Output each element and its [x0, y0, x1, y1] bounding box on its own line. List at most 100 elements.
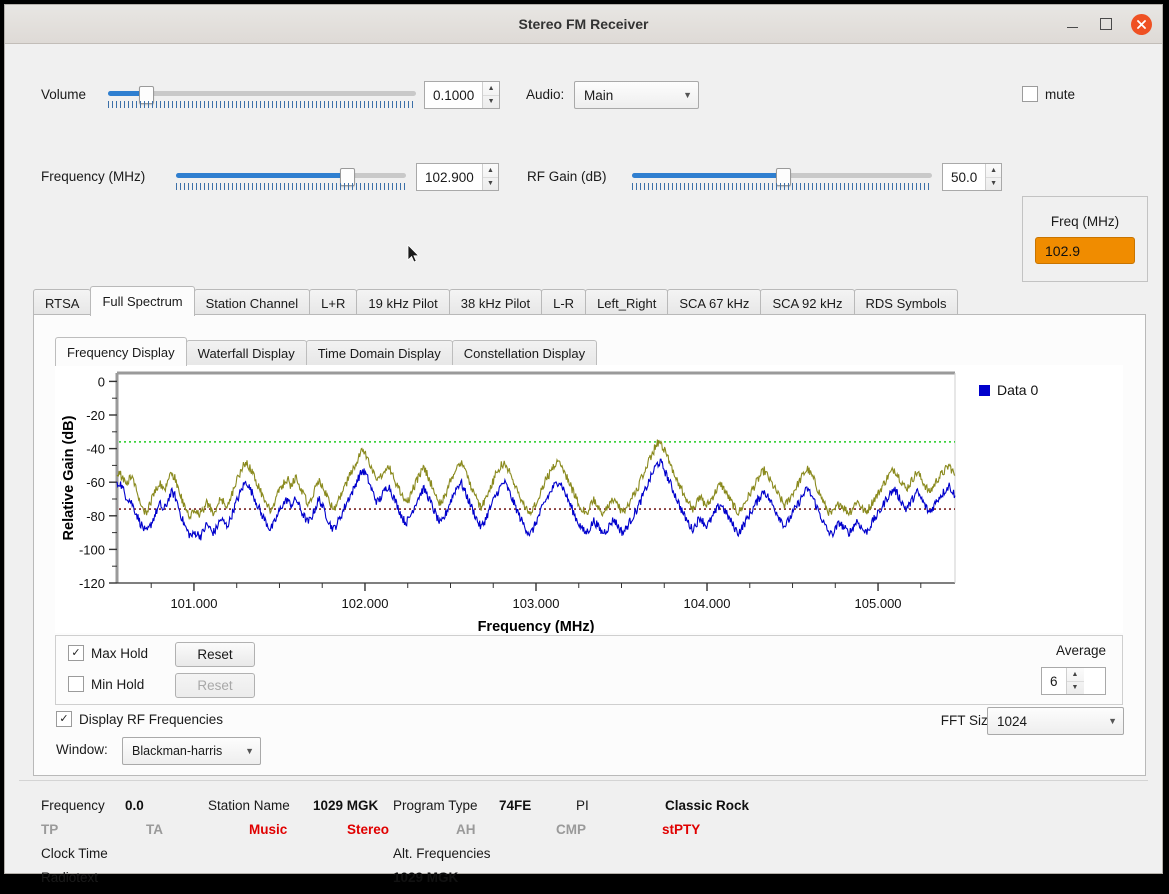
- rds-flag-stpty: stPTY: [662, 822, 700, 837]
- x-tick-label: 101.000: [170, 596, 217, 611]
- frequency-spin-up[interactable]: ▲: [483, 164, 498, 178]
- tab-38khz-pilot[interactable]: 38 kHz Pilot: [449, 289, 542, 316]
- volume-slider[interactable]: [108, 84, 416, 108]
- max-hold-checkbox[interactable]: ✓ Max Hold: [68, 645, 148, 661]
- tab-left-right[interactable]: Left_Right: [585, 289, 668, 316]
- frequency-slider-fill: [176, 173, 346, 178]
- average-spin-buttons[interactable]: ▲ ▼: [1066, 668, 1084, 694]
- series-max-hold: [117, 440, 955, 519]
- tab-rds-symbols[interactable]: RDS Symbols: [854, 289, 959, 316]
- spectrum-plot[interactable]: 0-20-40-60-80-100-120101.000102.000103.0…: [55, 365, 1123, 633]
- average-spinbox[interactable]: 6 ▲ ▼: [1041, 667, 1106, 695]
- app-window: Stereo FM Receiver Volume 0.1000 ▲: [4, 4, 1163, 874]
- average-spin-down[interactable]: ▼: [1067, 682, 1084, 695]
- mute-checkbox-box[interactable]: [1022, 86, 1038, 102]
- tab-l-plus-r[interactable]: L+R: [309, 289, 357, 316]
- y-tick-label: -40: [86, 442, 105, 457]
- volume-value: 0.1000: [425, 82, 482, 108]
- max-hold-checkbox-box[interactable]: ✓: [68, 645, 84, 661]
- rf-gain-value: 50.0: [943, 164, 985, 190]
- min-hold-checkbox[interactable]: Min Hold: [68, 676, 144, 692]
- series-live: [117, 459, 955, 540]
- close-icon[interactable]: [1131, 14, 1152, 35]
- tab-label: SCA 92 kHz: [772, 296, 842, 311]
- rds-clock-time-label: Clock Time: [41, 846, 108, 861]
- display-rf-checkbox[interactable]: ✓ Display RF Frequencies: [56, 711, 223, 727]
- x-tick-label: 103.000: [513, 596, 560, 611]
- y-tick-label: -120: [79, 576, 105, 591]
- subtab-time-domain-display[interactable]: Time Domain Display: [306, 340, 453, 366]
- audio-select[interactable]: Main ▼: [574, 81, 699, 109]
- average-label: Average: [1056, 643, 1106, 658]
- tab-label: 38 kHz Pilot: [461, 296, 530, 311]
- tab-19khz-pilot[interactable]: 19 kHz Pilot: [356, 289, 449, 316]
- chevron-down-icon: ▼: [1108, 716, 1117, 726]
- y-tick-label: -100: [79, 542, 105, 557]
- subtab-label: Constellation Display: [464, 346, 585, 361]
- tab-l-minus-r[interactable]: L-R: [541, 289, 586, 316]
- frequency-value: 102.900: [417, 164, 482, 190]
- rf-gain-spinbox[interactable]: 50.0 ▲ ▼: [942, 163, 1002, 191]
- hold-controls-group: ✓ Max Hold Reset Min Hold Reset Average …: [55, 635, 1123, 705]
- audio-value: Main: [584, 88, 671, 103]
- tab-sca-92khz[interactable]: SCA 92 kHz: [760, 289, 854, 316]
- tab-label: Full Spectrum: [102, 294, 182, 309]
- volume-spin-down[interactable]: ▼: [483, 96, 499, 109]
- frequency-spin-buttons[interactable]: ▲ ▼: [482, 164, 498, 190]
- tab-full-spectrum[interactable]: Full Spectrum: [90, 286, 194, 316]
- mouse-cursor: [407, 244, 420, 263]
- tab-station-channel[interactable]: Station Channel: [194, 289, 311, 316]
- rf-gain-label: RF Gain (dB): [527, 169, 607, 184]
- tab-rtsa[interactable]: RTSA: [33, 289, 91, 316]
- max-hold-reset-button[interactable]: Reset: [175, 642, 255, 667]
- x-tick-label: 105.000: [855, 596, 902, 611]
- volume-spin-buttons[interactable]: ▲ ▼: [482, 82, 499, 108]
- rf-gain-slider-ticks: [632, 183, 932, 190]
- rds-flag-cmp: CMP: [556, 822, 586, 837]
- maximize-icon[interactable]: [1097, 15, 1115, 33]
- rds-flag-stereo: Stereo: [347, 822, 389, 837]
- subtab-waterfall-display[interactable]: Waterfall Display: [186, 340, 307, 366]
- volume-spinbox[interactable]: 0.1000 ▲ ▼: [424, 81, 500, 109]
- freq-display-panel: Freq (MHz) 102.9: [1022, 196, 1148, 282]
- y-tick-label: -80: [86, 509, 105, 524]
- rf-gain-spin-up[interactable]: ▲: [986, 164, 1001, 178]
- minimize-icon[interactable]: [1063, 15, 1081, 33]
- display-rf-checkbox-box[interactable]: ✓: [56, 711, 72, 727]
- max-hold-label: Max Hold: [91, 646, 148, 661]
- legend-swatch: [979, 385, 990, 396]
- rf-gain-spin-buttons[interactable]: ▲ ▼: [985, 164, 1001, 190]
- window-content: Volume 0.1000 ▲ ▼ Audio: Main ▼: [5, 44, 1162, 873]
- window-select[interactable]: Blackman-harris ▼: [122, 737, 261, 765]
- rds-pty-value: Classic Rock: [665, 798, 749, 813]
- rds-flag-tp: TP: [41, 822, 58, 837]
- frequency-row: Frequency (MHz) 102.900 ▲ ▼ RF Gain (dB): [5, 164, 1162, 204]
- subtab-frequency-display[interactable]: Frequency Display: [55, 337, 187, 366]
- legend-label: Data 0: [997, 382, 1038, 398]
- fft-size-select[interactable]: 1024 ▼: [987, 707, 1124, 735]
- subtab-constellation-display[interactable]: Constellation Display: [452, 340, 597, 366]
- x-axis-title: Frequency (MHz): [478, 619, 595, 633]
- window-buttons: [1063, 5, 1152, 43]
- tab-label: 19 kHz Pilot: [368, 296, 437, 311]
- y-tick-label: 0: [98, 374, 105, 389]
- rds-pi-label: PI: [576, 798, 589, 813]
- audio-label: Audio:: [526, 87, 564, 102]
- frequency-spinbox[interactable]: 102.900 ▲ ▼: [416, 163, 499, 191]
- mute-checkbox[interactable]: mute: [1022, 86, 1075, 102]
- sub-tab-bar: Frequency Display Waterfall Display Time…: [55, 337, 596, 366]
- y-tick-label: -20: [86, 408, 105, 423]
- tab-sca-67khz[interactable]: SCA 67 kHz: [667, 289, 761, 316]
- volume-spin-up[interactable]: ▲: [483, 82, 499, 96]
- subtab-label: Time Domain Display: [318, 346, 441, 361]
- average-spin-up[interactable]: ▲: [1067, 668, 1084, 682]
- frequency-slider[interactable]: [176, 166, 406, 190]
- min-hold-checkbox-box[interactable]: [68, 676, 84, 692]
- rds-flag-music: Music: [249, 822, 287, 837]
- tab-label: Station Channel: [206, 296, 299, 311]
- frequency-spin-down[interactable]: ▼: [483, 178, 498, 191]
- x-tick-label: 102.000: [341, 596, 388, 611]
- mute-label: mute: [1045, 87, 1075, 102]
- rf-gain-spin-down[interactable]: ▼: [986, 178, 1001, 191]
- rf-gain-slider[interactable]: [632, 166, 932, 190]
